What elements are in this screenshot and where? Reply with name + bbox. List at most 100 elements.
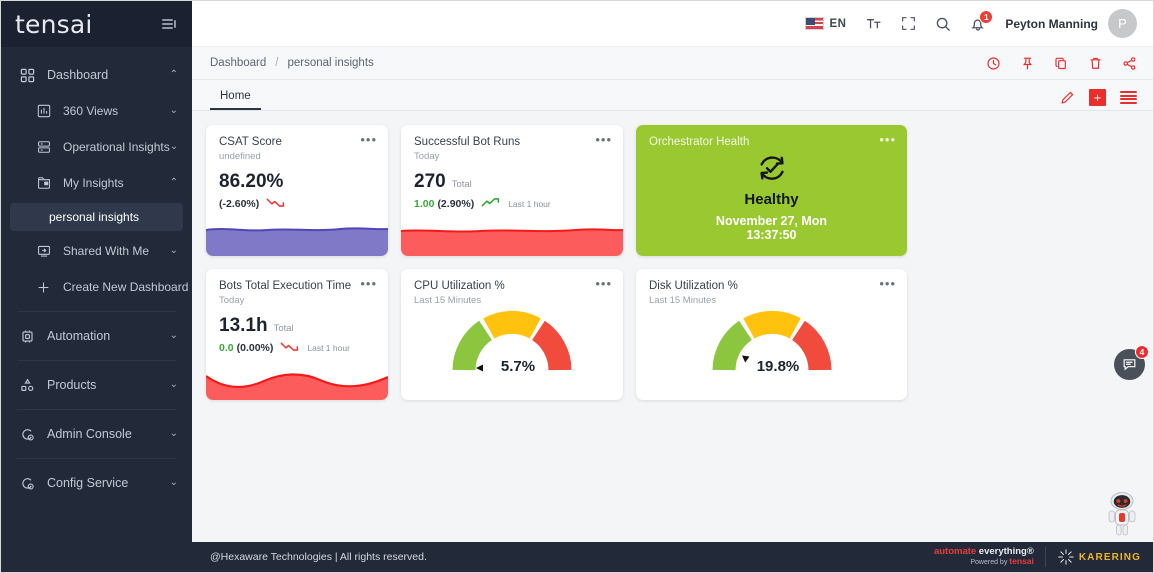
dashboard-grid-icon	[19, 67, 36, 84]
widget-orchestrator-health[interactable]: Orchestrator Health ••• Healthy November…	[636, 125, 907, 256]
widget-title: Bots Total Execution Time	[219, 280, 352, 292]
sidebar-item-label: My Insights	[63, 176, 124, 190]
widget-title: Disk Utilization %	[649, 280, 738, 292]
breadcrumb-actions	[986, 56, 1137, 71]
powered-by-label: Powered by	[970, 559, 1008, 567]
trend-down-icon	[266, 195, 286, 213]
widget-delta-row: (-2.60%)	[206, 193, 388, 213]
widget-unit: Total	[273, 323, 294, 334]
widget-value-row: 13.1h Total	[206, 306, 388, 337]
footer: @Hexaware Technologies | All rights rese…	[192, 542, 1153, 572]
widget-cpu-utilization[interactable]: CPU Utilization % ••• Last 15 Minutes 5.…	[401, 269, 623, 400]
widget-value-row: 86.20%	[206, 162, 388, 193]
sidebar-item-automation[interactable]: Automation ⌄	[1, 318, 192, 354]
widget-delta-row: 0.0 (0.00%) Last 1 hour	[206, 337, 388, 357]
widget-csat-score[interactable]: CSAT Score ••• undefined 86.20% (-2.60%)	[206, 125, 388, 256]
health-time-label: 13:37:50	[746, 228, 797, 242]
share-icon[interactable]	[1122, 56, 1137, 71]
delete-trash-icon[interactable]	[1088, 56, 1103, 71]
widget-delta-value: 0.0	[219, 342, 234, 354]
sidebar-item-dashboard[interactable]: Dashboard ⌃	[1, 57, 192, 93]
user-menu[interactable]: Peyton Manning P	[1005, 9, 1137, 38]
sidebar-item-label: Dashboard	[47, 68, 109, 82]
sidebar-item-operational-insights[interactable]: Operational Insights ⌄	[1, 129, 192, 165]
collapse-menu-icon[interactable]	[162, 16, 178, 32]
plus-icon	[35, 279, 52, 296]
add-widget-button[interactable]: +	[1089, 89, 1106, 106]
widget-unit: Total	[451, 179, 472, 190]
partner-name-label: KARERING	[1078, 551, 1141, 563]
sidebar-item-my-insights[interactable]: My Insights ⌃	[1, 165, 192, 201]
widget-menu-icon[interactable]: •••	[879, 277, 896, 290]
widget-title: CSAT Score	[219, 136, 282, 148]
chevron-down-icon: ⌄	[169, 378, 178, 390]
sidebar-divider	[17, 409, 176, 410]
history-clock-icon[interactable]	[986, 56, 1001, 71]
widget-subtitle: Today	[414, 151, 440, 162]
sidebar-item-shared-with-me[interactable]: Shared With Me ⌄	[1, 233, 192, 269]
widget-menu-icon[interactable]: •••	[360, 277, 377, 290]
health-status-label: Healthy	[744, 191, 799, 208]
widget-subtitle: Today	[219, 295, 245, 306]
search-icon[interactable]	[935, 16, 951, 32]
widget-subtitle: Last 15 Minutes	[414, 295, 482, 306]
widget-menu-icon[interactable]: •••	[595, 277, 612, 290]
widget-menu-icon[interactable]: •••	[595, 133, 612, 146]
chevron-down-icon: ⌄	[169, 140, 179, 152]
tab-home[interactable]: Home	[210, 90, 261, 110]
widget-header: Orchestrator Health •••	[636, 125, 907, 148]
chat-badge: 4	[1135, 345, 1149, 359]
language-selector[interactable]: EN	[804, 17, 847, 30]
us-flag-icon	[804, 17, 824, 30]
chat-feedback-button[interactable]: 4	[1114, 345, 1149, 380]
notification-bell-button[interactable]: 1	[970, 9, 994, 32]
sidebar-item-label: Operational Insights	[63, 140, 170, 154]
tagline-part2: everything®	[976, 545, 1034, 557]
sidebar-item-create-new-dashboard[interactable]: Create New Dashboard	[1, 269, 192, 305]
widget-value: 13.1h	[219, 315, 268, 336]
text-size-icon[interactable]	[865, 15, 882, 32]
breadcrumb: Dashboard / personal insights	[192, 47, 1153, 80]
sidebar-item-config-service[interactable]: Config Service ⌄	[1, 465, 192, 501]
widget-subtitle: undefined	[219, 151, 261, 162]
sidebar-item-label: Config Service	[47, 476, 129, 490]
application-window: tensai Dashboard ⌃ 360 Views ⌄ Operation…	[0, 0, 1154, 573]
robot-assistant-icon[interactable]	[1102, 492, 1142, 538]
breadcrumb-current[interactable]: personal insights	[287, 57, 373, 69]
chevron-down-icon: ⌄	[169, 329, 178, 341]
sparkline-chart	[206, 367, 388, 400]
tab-actions: +	[1060, 89, 1137, 110]
widget-delta: (2.90%)	[437, 198, 475, 210]
tab-bar: Home +	[192, 80, 1153, 111]
breadcrumb-root[interactable]: Dashboard	[210, 57, 266, 69]
widget-value: 86.20%	[219, 171, 284, 192]
chevron-down-icon: ⌄	[169, 427, 178, 439]
widget-header: Bots Total Execution Time •••	[206, 269, 388, 292]
sidebar-item-label: Create New Dashboard	[63, 280, 189, 294]
sidebar-item-products[interactable]: Products ⌄	[1, 367, 192, 403]
sidebar-item-360-views[interactable]: 360 Views ⌄	[1, 93, 192, 129]
widget-successful-bot-runs[interactable]: Successful Bot Runs ••• Today 270 Total …	[401, 125, 623, 256]
widget-value-row: 270 Total	[401, 162, 623, 193]
widget-menu-icon[interactable]: •••	[360, 133, 377, 146]
sidebar: tensai Dashboard ⌃ 360 Views ⌄ Operation…	[1, 1, 192, 572]
sparkline-chart	[401, 223, 623, 256]
widget-menu-icon[interactable]: •••	[879, 133, 896, 146]
trend-up-icon	[481, 195, 501, 213]
widget-disk-utilization[interactable]: Disk Utilization % ••• Last 15 Minutes 1…	[636, 269, 907, 400]
copy-icon[interactable]	[1054, 56, 1069, 71]
fullscreen-icon[interactable]	[901, 16, 916, 31]
sidebar-item-label: Products	[47, 378, 97, 392]
sidebar-subitem-label: personal insights	[49, 210, 140, 224]
sidebar-item-personal-insights[interactable]: personal insights	[10, 203, 183, 231]
sidebar-divider	[17, 360, 176, 361]
list-view-icon[interactable]	[1120, 91, 1137, 104]
language-label: EN	[829, 17, 847, 30]
avatar: P	[1108, 9, 1137, 38]
edit-pencil-icon[interactable]	[1060, 90, 1075, 105]
pin-icon[interactable]	[1020, 56, 1035, 71]
widget-delta-value: 1.00	[414, 198, 435, 210]
widget-bots-total-execution-time[interactable]: Bots Total Execution Time ••• Today 13.1…	[206, 269, 388, 400]
top-header: EN 1 Peyton Manning P	[192, 1, 1153, 47]
sidebar-item-admin-console[interactable]: Admin Console ⌄	[1, 416, 192, 452]
